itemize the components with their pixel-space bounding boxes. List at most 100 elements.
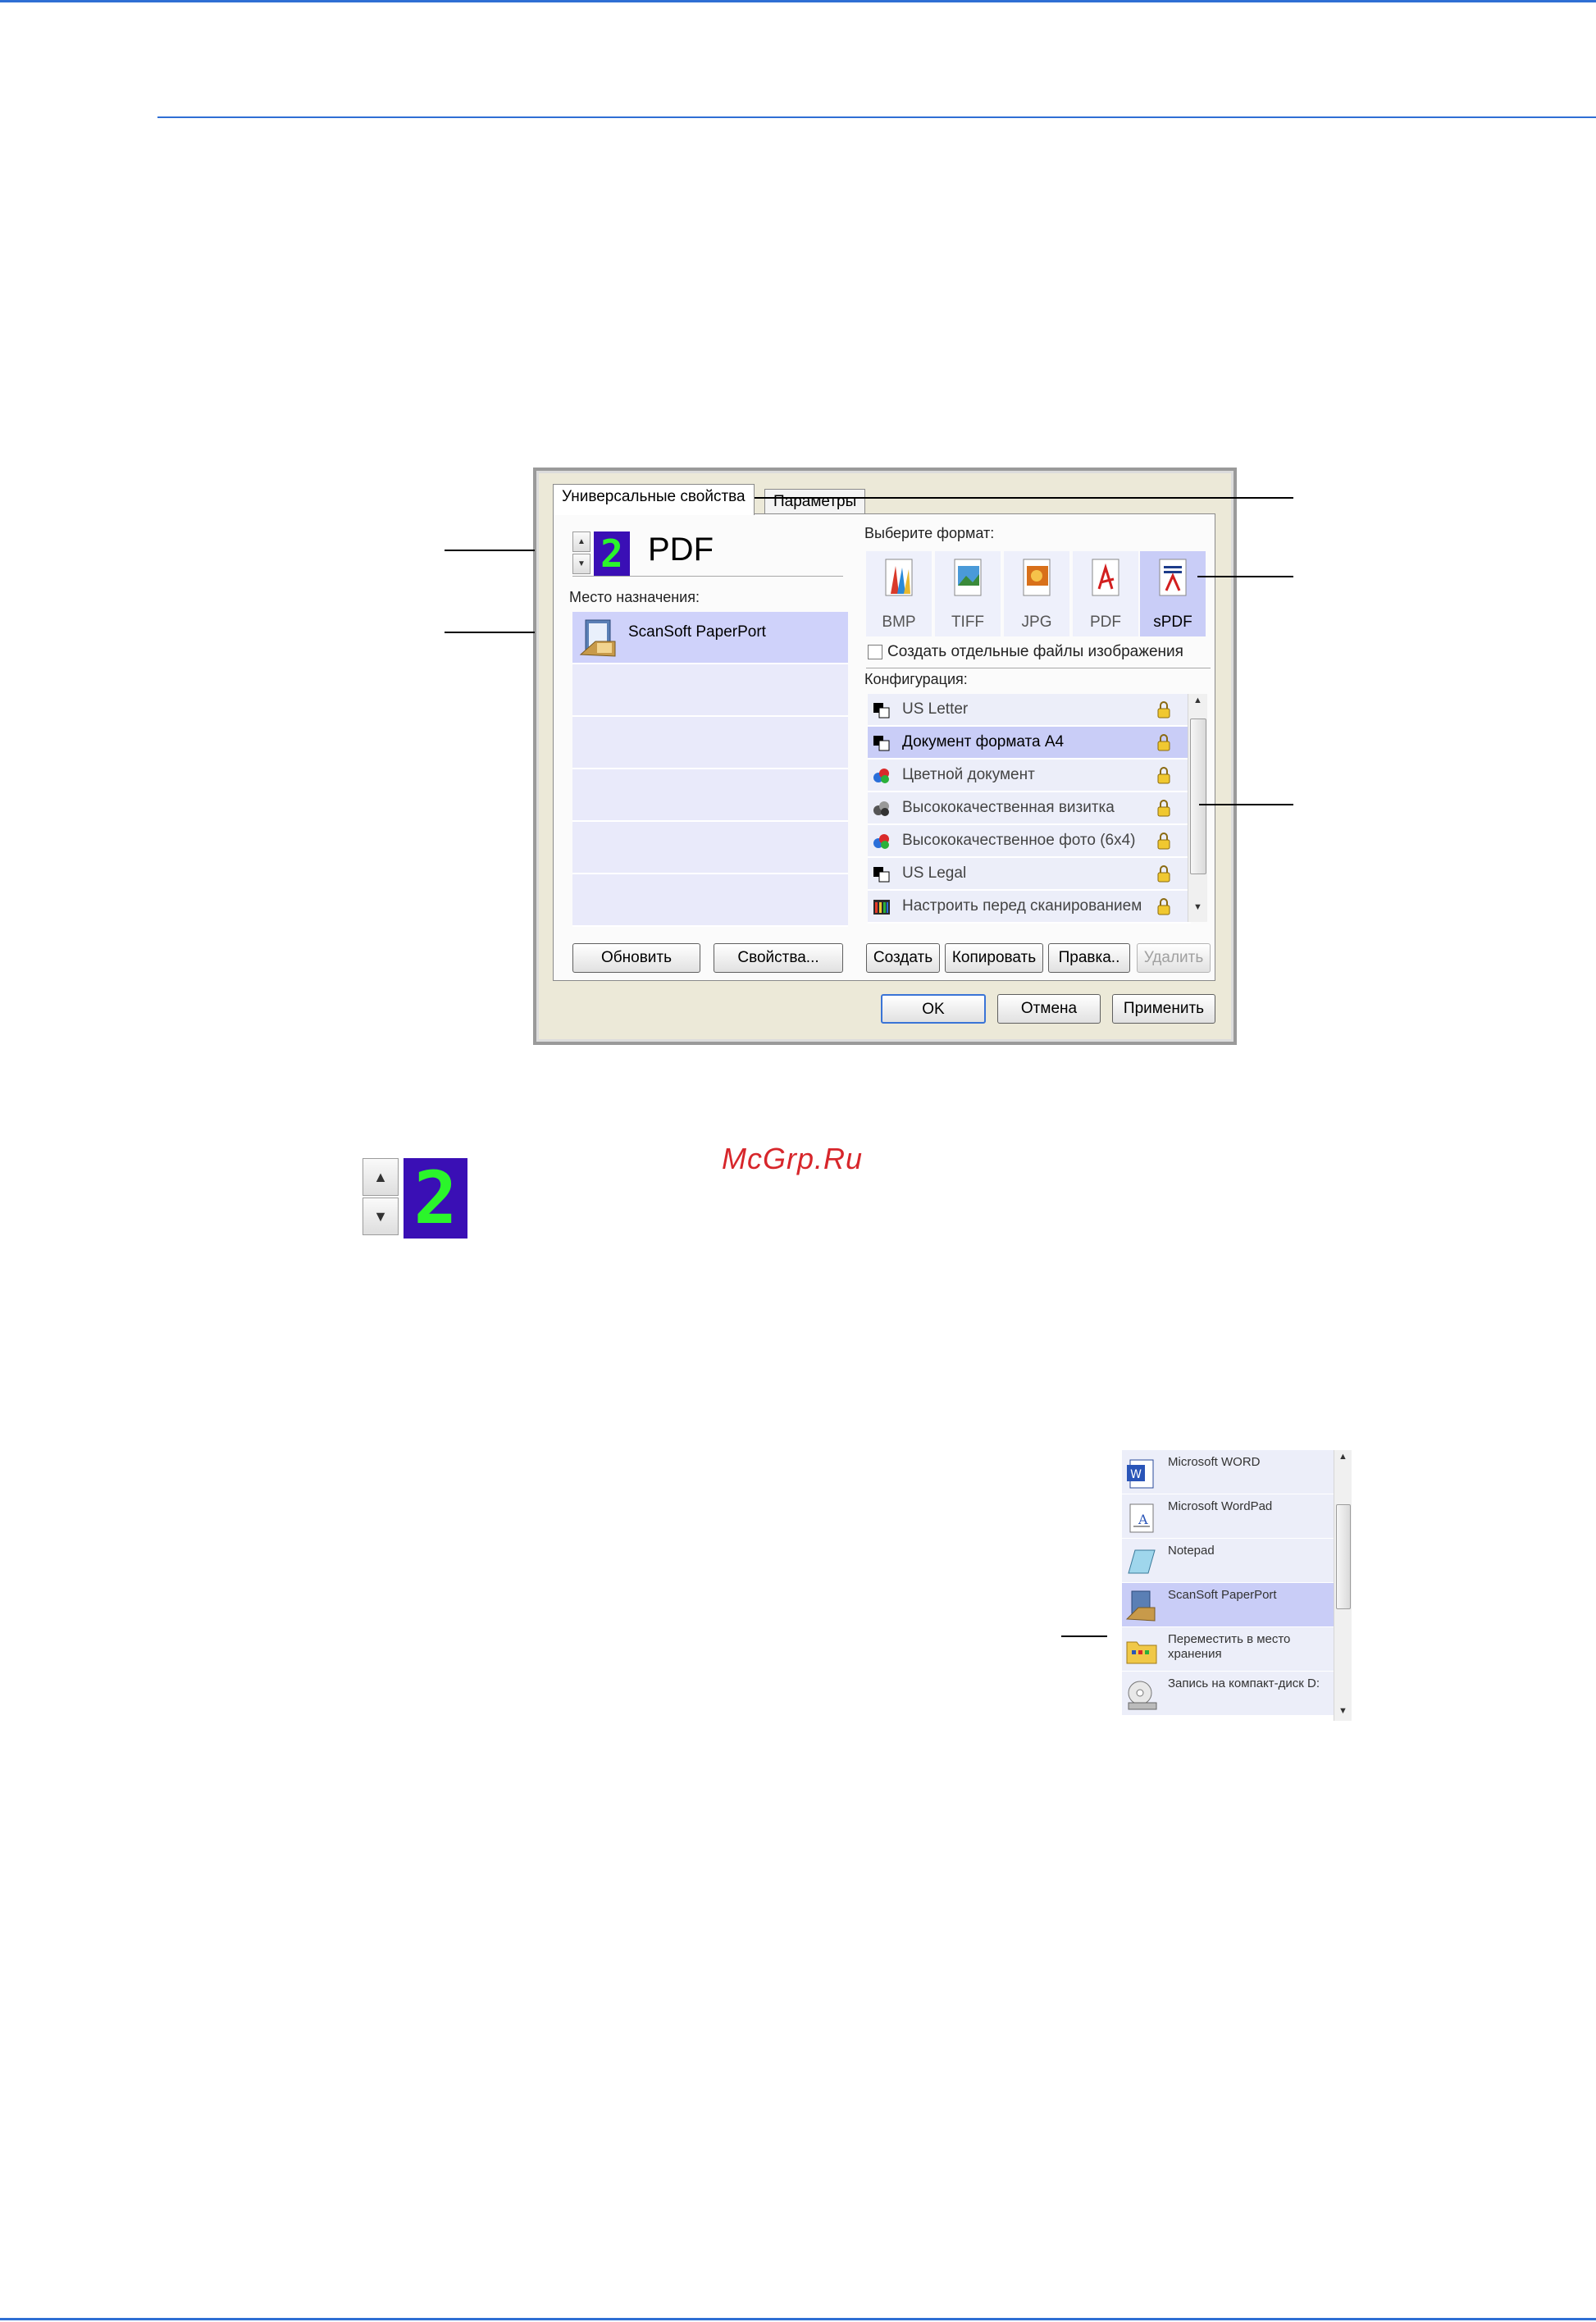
format-picker: BMP TIFF JPG PDF sPDF xyxy=(866,551,1206,636)
cancel-button[interactable]: Отмена xyxy=(997,994,1101,1024)
format-bmp[interactable]: BMP xyxy=(866,551,932,636)
format-pdf[interactable]: PDF xyxy=(1073,551,1138,636)
scroll-up-icon[interactable]: ▲ xyxy=(1334,1452,1352,1462)
copy-config-button[interactable]: Копировать xyxy=(945,943,1043,973)
bw-doc-icon xyxy=(873,736,890,751)
spin-down-icon[interactable]: ▼ xyxy=(572,554,591,574)
config-scrollbar[interactable]: ▲ ▼ xyxy=(1188,694,1207,922)
format-name: PDF xyxy=(1090,614,1121,631)
lock-icon xyxy=(1157,701,1170,718)
paperport-icon xyxy=(579,619,616,657)
format-tiff[interactable]: TIFF xyxy=(935,551,1001,636)
bw-doc-icon xyxy=(873,703,890,718)
properties-button[interactable]: Свойства... xyxy=(714,943,843,973)
separate-files-checkbox[interactable] xyxy=(868,645,882,659)
configure-icon xyxy=(873,900,890,915)
config-item[interactable]: US Legal xyxy=(868,858,1191,891)
app-name: ScanSoft PaperPort xyxy=(1168,1588,1277,1602)
config-label: Конфигурация: xyxy=(864,671,968,687)
config-name: US Legal xyxy=(902,864,967,882)
spin-up-icon[interactable]: ▲ xyxy=(572,531,591,552)
spinner-closeup[interactable]: ▲ ▼ xyxy=(363,1158,399,1239)
svg-text:A: A xyxy=(1138,1512,1148,1527)
format-name: JPG xyxy=(1021,614,1052,631)
selected-format-title: PDF xyxy=(648,531,714,568)
app-item[interactable]: Переместить в место хранения xyxy=(1122,1627,1334,1672)
tab-options[interactable]: Параметры xyxy=(764,489,866,515)
format-jpg[interactable]: JPG xyxy=(1004,551,1069,636)
delete-config-button[interactable]: Удалить xyxy=(1137,943,1211,973)
callout-line xyxy=(1061,1635,1107,1637)
watermark: McGrp.Ru xyxy=(722,1142,864,1175)
lock-icon xyxy=(1157,800,1170,817)
pdf-icon xyxy=(1092,559,1119,596)
new-config-button[interactable]: Создать xyxy=(866,943,940,973)
destination-label: Место назначения: xyxy=(569,589,700,605)
destination-item[interactable] xyxy=(572,874,848,927)
config-name: Документ формата A4 xyxy=(902,733,1065,750)
tab-universal-properties[interactable]: Универсальные свойства xyxy=(553,484,755,515)
wordpad-icon: A xyxy=(1129,1503,1154,1533)
destination-item[interactable] xyxy=(572,664,848,717)
ok-button[interactable]: OK xyxy=(881,994,986,1024)
destination-item[interactable] xyxy=(572,717,848,769)
destination-app-list[interactable]: W Microsoft WORD A Microsoft WordPad Not… xyxy=(1122,1450,1334,1721)
scroll-up-icon[interactable]: ▲ xyxy=(1188,696,1207,705)
scroll-thumb[interactable] xyxy=(1190,718,1206,874)
config-item[interactable]: Настроить перед сканированием xyxy=(868,891,1191,924)
bmp-icon xyxy=(885,559,913,596)
paperport-icon xyxy=(1125,1590,1156,1622)
cd-burn-icon xyxy=(1128,1681,1157,1710)
app-item[interactable]: W Microsoft WORD xyxy=(1122,1450,1334,1494)
lock-icon xyxy=(1157,767,1170,784)
config-item[interactable]: US Letter xyxy=(868,694,1191,727)
configuration-list[interactable]: US Letter Документ формата A4 Цветной до… xyxy=(868,694,1191,924)
format-spinner[interactable]: ▲ ▼ xyxy=(572,531,591,574)
config-name: Высококачественная визитка xyxy=(902,799,1115,816)
bottom-rule xyxy=(0,2318,1596,2320)
destination-item[interactable] xyxy=(572,769,848,822)
format-label: Выберите формат: xyxy=(864,525,995,541)
scroll-down-icon[interactable]: ▼ xyxy=(1334,1706,1352,1716)
config-name: Цветной документ xyxy=(902,766,1035,783)
scroll-thumb[interactable] xyxy=(1336,1504,1351,1609)
format-spdf[interactable]: sPDF xyxy=(1140,551,1206,636)
config-item[interactable]: Цветной документ xyxy=(868,760,1191,792)
refresh-button[interactable]: Обновить xyxy=(572,943,700,973)
format-name: sPDF xyxy=(1153,614,1192,631)
scroll-down-icon[interactable]: ▼ xyxy=(1188,902,1207,912)
config-item[interactable]: Высококачественная визитка xyxy=(868,792,1191,825)
destination-item[interactable]: ScanSoft PaperPort xyxy=(572,612,848,664)
format-name: BMP xyxy=(882,614,916,631)
spin-down-icon[interactable]: ▼ xyxy=(363,1197,399,1235)
app-list-scrollbar[interactable]: ▲ ▼ xyxy=(1334,1450,1352,1721)
app-item[interactable]: A Microsoft WordPad xyxy=(1122,1494,1334,1539)
top-rule xyxy=(0,0,1596,2)
separator xyxy=(572,576,843,577)
storage-folder-icon xyxy=(1126,1641,1157,1664)
gray-doc-icon xyxy=(873,801,889,816)
callout-line xyxy=(1199,804,1293,805)
app-item[interactable]: ScanSoft PaperPort xyxy=(1122,1583,1334,1627)
destination-item[interactable] xyxy=(572,822,848,874)
app-name: Notepad xyxy=(1168,1544,1215,1558)
edit-config-button[interactable]: Правка.. xyxy=(1048,943,1130,973)
app-name: Переместить в место хранения xyxy=(1168,1632,1291,1661)
app-item[interactable]: Запись на компакт-диск D: xyxy=(1122,1672,1334,1716)
word-icon: W xyxy=(1127,1459,1154,1489)
spdf-icon xyxy=(1159,559,1187,596)
notepad-icon xyxy=(1128,1549,1156,1574)
config-item[interactable]: Высококачественное фото (6x4) xyxy=(868,825,1191,858)
apply-button[interactable]: Применить xyxy=(1112,994,1215,1024)
format-name: TIFF xyxy=(951,614,985,631)
header-rule xyxy=(157,116,1596,118)
button-number-display-large: 2 xyxy=(404,1158,467,1239)
spin-up-icon[interactable]: ▲ xyxy=(363,1158,399,1196)
app-item[interactable]: Notepad xyxy=(1122,1539,1334,1583)
jpg-icon xyxy=(1023,559,1051,596)
callout-line xyxy=(1197,576,1293,577)
config-item[interactable]: Документ формата A4 xyxy=(868,727,1191,760)
destination-list[interactable]: ScanSoft PaperPort xyxy=(572,612,848,927)
lock-icon xyxy=(1157,898,1170,915)
app-name: Microsoft WORD xyxy=(1168,1455,1261,1469)
